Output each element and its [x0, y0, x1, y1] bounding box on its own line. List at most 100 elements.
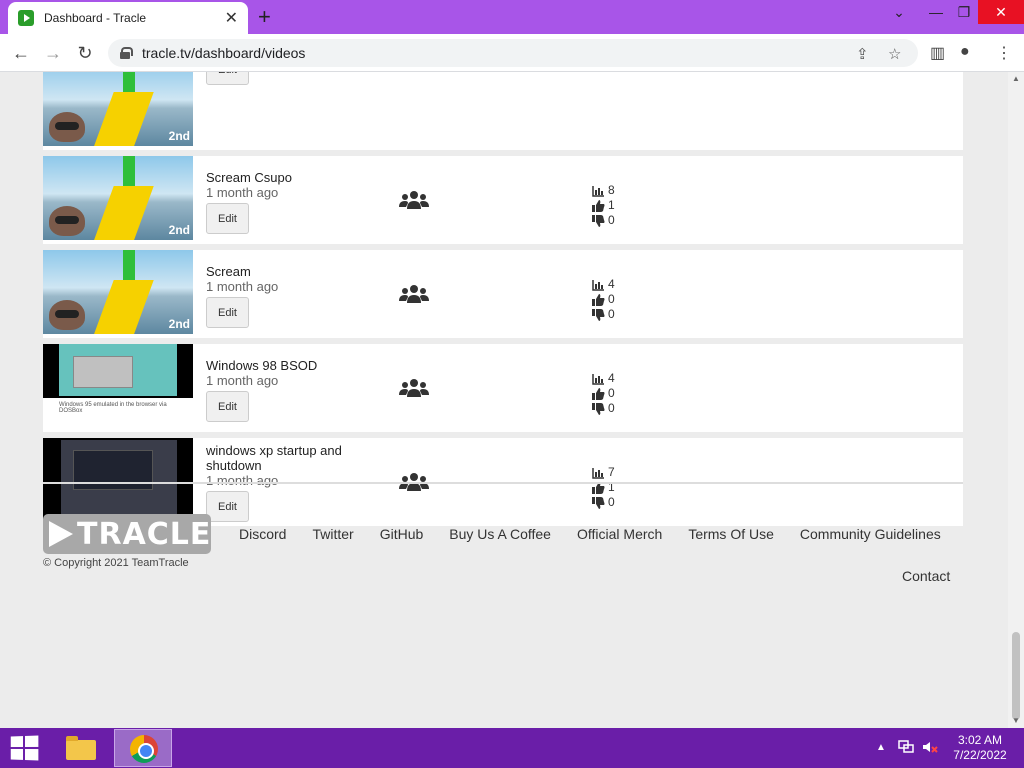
- lock-icon[interactable]: [120, 47, 133, 59]
- video-title[interactable]: Windows 98 BSOD: [206, 358, 366, 373]
- thumbs-down-icon: [592, 402, 605, 415]
- clock-date: 7/22/2022: [953, 748, 1007, 762]
- edit-button[interactable]: Edit: [206, 297, 249, 328]
- show-hidden-icons-icon[interactable]: ▲: [876, 742, 886, 753]
- file-explorer-icon[interactable]: [62, 732, 100, 764]
- video-stats: 710: [592, 465, 615, 510]
- edit-button[interactable]: Edit: [206, 203, 249, 234]
- video-thumbnail[interactable]: [43, 438, 193, 522]
- video-list: 2ndEdit02ndScream Csupo1 month agoEdit81…: [43, 72, 963, 532]
- back-icon[interactable]: ←: [10, 42, 32, 64]
- share-icon[interactable]: ⇪: [856, 45, 869, 63]
- footer-link-terms-of-use[interactable]: Terms Of Use: [688, 526, 774, 542]
- video-title[interactable]: Scream Csupo: [206, 170, 366, 185]
- address-bar[interactable]: tracle.tv/dashboard/videos ⇪ ☆: [108, 39, 918, 67]
- scroll-up-icon[interactable]: ▲: [1012, 74, 1020, 83]
- footer-link-buy-us-a-coffee[interactable]: Buy Us A Coffee: [449, 526, 551, 542]
- chrome-taskbar-button[interactable]: [114, 729, 172, 767]
- views-chart-icon: [592, 185, 604, 197]
- bookmark-star-icon[interactable]: ☆: [888, 45, 901, 63]
- video-row: 2nd Scream 1 month ago Edit 4 0 0: [43, 250, 963, 338]
- tracle-favicon-icon: [18, 10, 34, 26]
- likes-stat: 0: [592, 386, 615, 401]
- network-icon[interactable]: [898, 740, 914, 754]
- video-row: 2nd Scream Csupo 1 month ago Edit 8 1 0: [43, 156, 963, 244]
- thumbnail-caption: Windows 95 emulated in the browser via D…: [43, 398, 193, 428]
- scroll-thumb[interactable]: [1012, 632, 1020, 720]
- video-thumbnail[interactable]: 2nd: [43, 72, 193, 146]
- video-age: 1 month ago: [206, 373, 279, 388]
- thumbs-down-icon: [592, 308, 605, 321]
- footer-link-discord[interactable]: Discord: [239, 526, 286, 542]
- raccoon-character: [49, 112, 85, 142]
- dislikes-count: 0: [608, 495, 615, 509]
- place-badge: 2nd: [168, 223, 190, 237]
- window-close-icon[interactable]: ✕: [978, 0, 1024, 24]
- raccoon-character: [49, 300, 85, 330]
- raccoon-character: [49, 206, 85, 236]
- logo-text: TRACLE: [77, 516, 212, 552]
- reload-icon[interactable]: ↻: [74, 42, 96, 64]
- side-panel-icon[interactable]: ▥: [930, 43, 945, 63]
- footer-links: Discord Twitter GitHub Buy Us A Coffee Offic…: [226, 526, 954, 542]
- dislikes-count: 0: [608, 213, 615, 227]
- likes-stat: 0: [592, 292, 615, 307]
- menu-icon[interactable]: ⋮: [996, 43, 1012, 63]
- likes-count: 1: [608, 198, 615, 212]
- browser-tab-strip: Dashboard - Tracle ✕ + ⌄ — ❐ ✕: [0, 0, 1024, 34]
- views-count: 4: [608, 277, 615, 291]
- footer-link-twitter[interactable]: Twitter: [312, 526, 353, 542]
- dislikes-count: 0: [608, 307, 615, 321]
- edit-button[interactable]: Edit: [206, 72, 249, 85]
- video-stats: 810: [592, 183, 615, 228]
- minimize-icon[interactable]: —: [922, 0, 950, 24]
- video-age: 1 month ago: [206, 279, 279, 294]
- footer-link-community-guidelines[interactable]: Community Guidelines: [800, 526, 941, 542]
- footer-link-official-merch[interactable]: Official Merch: [577, 526, 662, 542]
- profile-icon[interactable]: ●: [960, 43, 970, 61]
- people-icon: [399, 379, 429, 397]
- windows-taskbar: ▲ 3:02 AM 7/22/2022: [0, 728, 1024, 768]
- video-age: 1 month ago: [206, 185, 279, 200]
- forward-icon[interactable]: →: [42, 42, 64, 64]
- likes-count: 0: [608, 292, 615, 306]
- edit-button[interactable]: Edit: [206, 491, 249, 522]
- dislikes-count: 0: [608, 401, 615, 415]
- tab-search-icon[interactable]: ⌄: [887, 0, 911, 24]
- thumbs-up-icon: [592, 199, 605, 212]
- scroll-down-icon[interactable]: ▼: [1012, 716, 1020, 725]
- video-thumbnail[interactable]: 2nd: [43, 156, 193, 240]
- thumbs-up-icon: [592, 387, 605, 400]
- video-title[interactable]: windows xp startup and shutdown: [206, 443, 366, 473]
- video-thumbnail[interactable]: 2nd: [43, 250, 193, 334]
- video-thumbnail[interactable]: Windows 95 emulated in the browser via D…: [43, 344, 193, 428]
- views-count: 7: [608, 465, 615, 479]
- tracle-logo[interactable]: TRACLE: [43, 514, 211, 554]
- video-stats: 400: [592, 371, 615, 416]
- views-chart-icon: [592, 279, 604, 291]
- dislikes-stat: 0: [592, 213, 615, 228]
- views-chart-icon: [592, 467, 604, 479]
- views-stat: 4: [592, 371, 615, 386]
- edit-button[interactable]: Edit: [206, 391, 249, 422]
- windows-start-icon[interactable]: [10, 735, 39, 761]
- views-stat: 7: [592, 465, 615, 480]
- browser-toolbar: ← → ↻ tracle.tv/dashboard/videos ⇪ ☆ ▥ ●…: [0, 34, 1024, 72]
- new-tab-icon[interactable]: +: [258, 4, 271, 30]
- footer-link-github[interactable]: GitHub: [380, 526, 424, 542]
- dislikes-stat: 0: [592, 401, 615, 416]
- volume-muted-icon[interactable]: [922, 740, 938, 754]
- footer-divider: [43, 482, 963, 484]
- clock-time: 3:02 AM: [957, 733, 1003, 747]
- url-text[interactable]: tracle.tv/dashboard/videos: [142, 45, 305, 61]
- play-logo-icon: [49, 521, 73, 547]
- footer-link-contact[interactable]: Contact: [902, 568, 950, 584]
- restore-icon[interactable]: ❐: [950, 0, 978, 24]
- page-scrollbar[interactable]: ▲ ▼: [1008, 72, 1024, 728]
- people-icon: [399, 285, 429, 303]
- video-age: 1 month ago: [206, 473, 279, 488]
- tab-close-icon[interactable]: ✕: [225, 8, 238, 28]
- system-clock[interactable]: 3:02 AM 7/22/2022: [948, 733, 1012, 763]
- video-title[interactable]: Scream: [206, 264, 366, 279]
- browser-tab[interactable]: Dashboard - Tracle ✕: [8, 2, 248, 34]
